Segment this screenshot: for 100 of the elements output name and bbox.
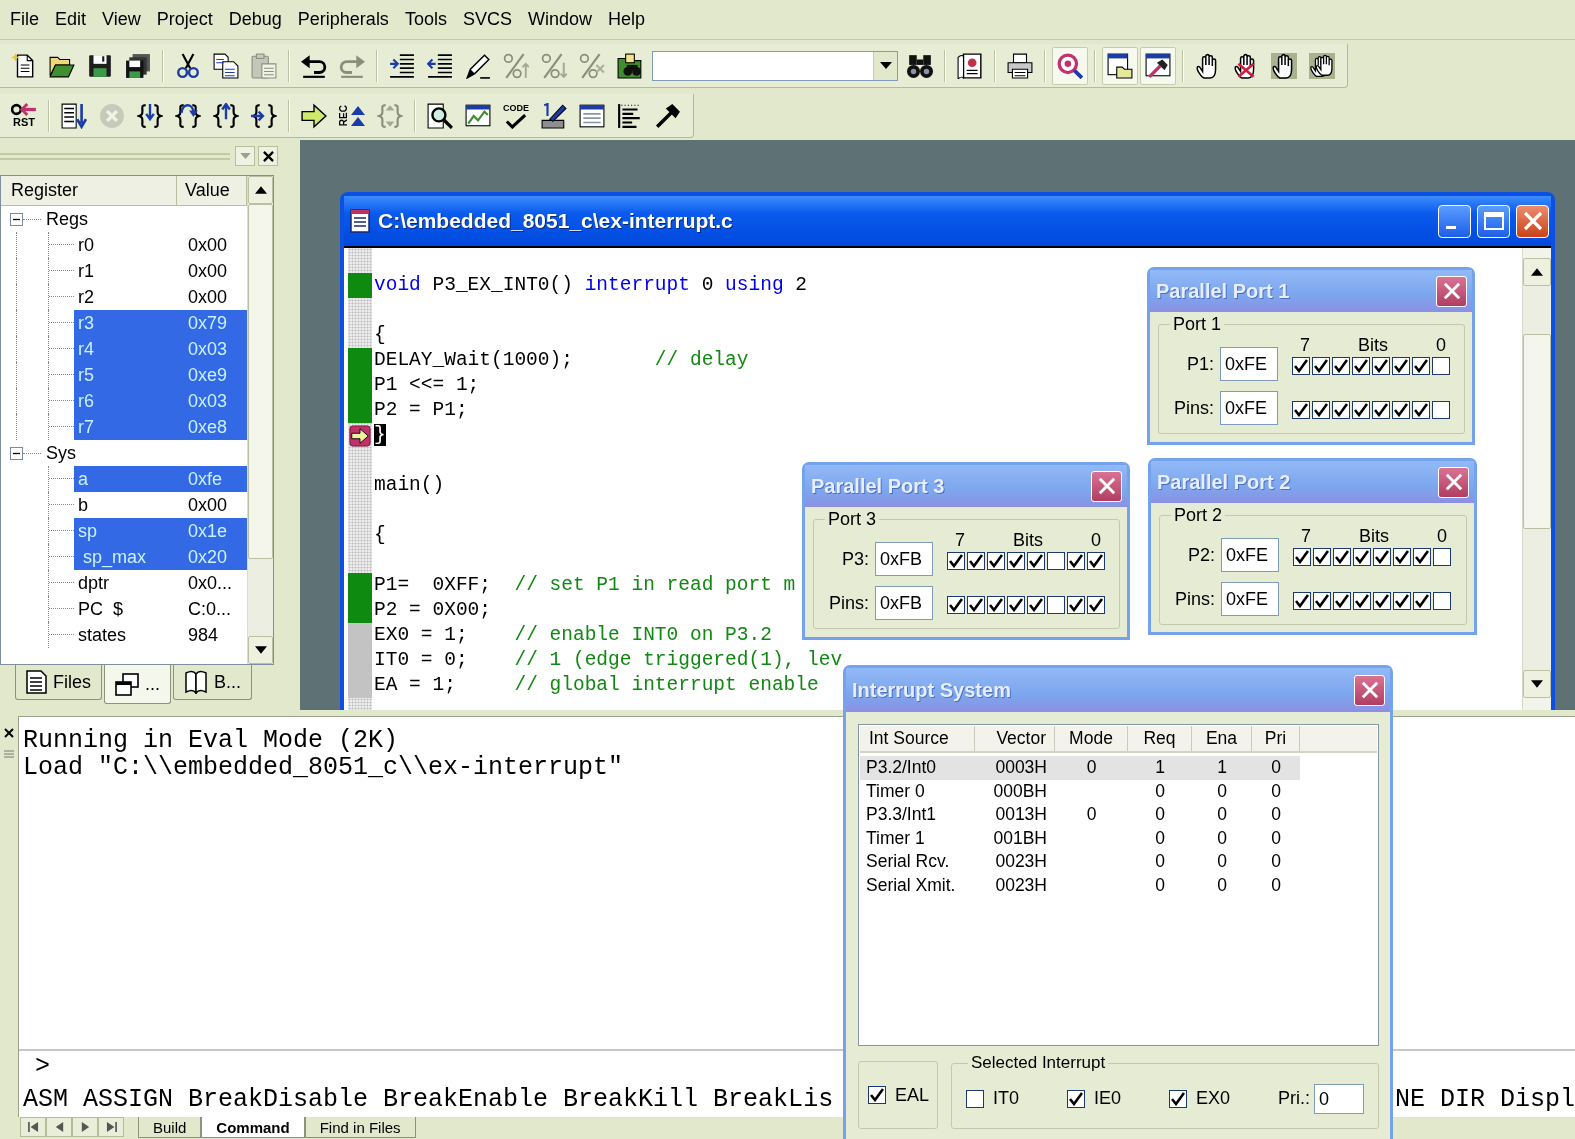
bit-checkbox[interactable] [1007,552,1025,570]
scroll-down-button[interactable] [248,636,273,664]
bit-checkbox[interactable] [1432,401,1450,419]
output-tab[interactable]: Build [138,1117,202,1138]
register-name[interactable]: sp [74,518,182,544]
checkbox[interactable] [868,1086,886,1104]
bit-checkbox[interactable] [1333,592,1351,610]
bit-checkbox[interactable] [1433,548,1451,566]
bit-checkbox[interactable] [1312,401,1330,419]
column-header[interactable]: Register [1,176,177,206]
column-header[interactable]: Mode [1055,726,1128,751]
bit-checkbox[interactable] [1413,592,1431,610]
bit-checkbox[interactable] [1047,552,1065,570]
hex-value-field[interactable]: 0xFB [875,542,933,576]
close-button[interactable] [258,146,278,166]
checkbox[interactable] [966,1089,984,1108]
toolbar-button[interactable] [1102,46,1138,85]
hex-value-field[interactable]: 0xFE [1221,538,1279,572]
bit-checkbox[interactable] [1393,592,1411,610]
bit-checkbox[interactable] [1087,552,1105,570]
hex-value-field[interactable]: 0xFE [1220,391,1278,425]
register-name[interactable]: b [74,492,182,518]
panel-tab[interactable]: ... [104,665,172,704]
register-name[interactable]: r4 [74,336,182,362]
bit-checkbox[interactable] [1352,401,1370,419]
menu-item[interactable]: File [2,6,47,33]
hex-value-field[interactable]: 0xFE [1220,347,1278,381]
bit-checkbox[interactable] [1412,357,1430,375]
register-name[interactable]: dptr [74,570,182,596]
bit-checkbox[interactable] [947,596,965,614]
checkbox[interactable] [1169,1089,1187,1108]
tab-scroll-button[interactable] [98,1117,124,1137]
bit-checkbox[interactable] [1027,552,1045,570]
register-name[interactable]: a [74,466,182,492]
menu-item[interactable]: Tools [396,6,455,33]
output-tab[interactable]: Find in Files [304,1117,416,1138]
bit-checkbox[interactable] [947,552,965,570]
toolbar-button[interactable]: RST [6,96,42,135]
list-row[interactable]: Serial Rcv. 0023H 0 0 0 [860,850,1300,874]
bit-checkbox[interactable] [1352,357,1370,375]
bit-checkbox[interactable] [1332,401,1350,419]
tab-scroll-button[interactable] [72,1117,98,1137]
list-row[interactable]: P3.2/Int0 0003H 0 1 1 0 [860,756,1300,780]
list-row[interactable]: P3.3/Int1 0013H 0 0 0 0 [860,803,1300,827]
bit-checkbox[interactable] [987,596,1005,614]
bit-checkbox[interactable] [1392,401,1410,419]
register-name[interactable]: PC $ [74,596,182,622]
scroll-up-button[interactable] [1523,258,1551,286]
menu-item[interactable]: Window [519,6,600,33]
register-name[interactable]: r7 [74,414,182,440]
bit-checkbox[interactable] [1372,357,1390,375]
column-header[interactable]: Value [177,176,247,206]
bit-checkbox[interactable] [1067,596,1085,614]
bit-checkbox[interactable] [1293,548,1311,566]
list-row[interactable]: Timer 0 000BH 0 0 0 [860,779,1300,803]
bit-checkbox[interactable] [1047,596,1065,614]
bit-checkbox[interactable] [1353,548,1371,566]
bit-checkbox[interactable] [1373,592,1391,610]
menu-item[interactable]: Project [148,6,221,33]
bit-checkbox[interactable] [1332,357,1350,375]
toolbar-button[interactable]: REC [334,96,370,135]
bit-checkbox[interactable] [1007,596,1025,614]
bit-checkbox[interactable] [1393,548,1411,566]
bit-checkbox[interactable] [987,552,1005,570]
scroll-up-button[interactable] [248,176,273,204]
toolbar-button[interactable]: CODE [498,96,534,135]
bit-checkbox[interactable] [1372,401,1390,419]
bit-checkbox[interactable] [1432,357,1450,375]
hex-value-field[interactable]: 0xFB [875,586,933,620]
menu-item[interactable]: Edit [47,6,95,33]
column-header[interactable]: Int Source [860,726,975,751]
register-name[interactable]: sp_max [74,544,182,570]
bit-checkbox[interactable] [1433,592,1451,610]
tree-group-label[interactable]: Sys [46,442,76,464]
column-header[interactable]: Ena [1192,726,1252,751]
dock-grip[interactable] [0,152,230,160]
scrollbar-thumb[interactable] [248,204,273,559]
bit-checkbox[interactable] [1392,357,1410,375]
column-header[interactable]: Vector [975,726,1055,751]
toolbar-button[interactable] [1052,46,1088,85]
tree-group-label[interactable]: Regs [46,208,89,230]
menu-item[interactable]: Debug [220,6,290,33]
bit-checkbox[interactable] [1412,401,1430,419]
minimize-button[interactable] [1438,204,1471,238]
checkbox[interactable] [1067,1089,1085,1108]
bit-checkbox[interactable] [1312,357,1330,375]
bit-checkbox[interactable] [1087,596,1105,614]
column-header[interactable]: Req [1128,726,1192,751]
bit-checkbox[interactable] [1027,596,1045,614]
bit-checkbox[interactable] [1413,548,1431,566]
maximize-button[interactable] [1477,204,1510,238]
tab-scroll-button[interactable] [46,1117,72,1137]
list-row[interactable]: Timer 1 001BH 0 0 0 [860,826,1300,850]
scrollbar-thumb[interactable] [1523,334,1551,529]
register-name[interactable]: states [74,622,182,648]
register-name[interactable]: r5 [74,362,182,388]
bit-checkbox[interactable] [1292,357,1310,375]
hex-value-field[interactable]: 0xFE [1221,582,1279,616]
bit-checkbox[interactable] [1333,548,1351,566]
column-header[interactable]: Pri [1252,726,1300,751]
